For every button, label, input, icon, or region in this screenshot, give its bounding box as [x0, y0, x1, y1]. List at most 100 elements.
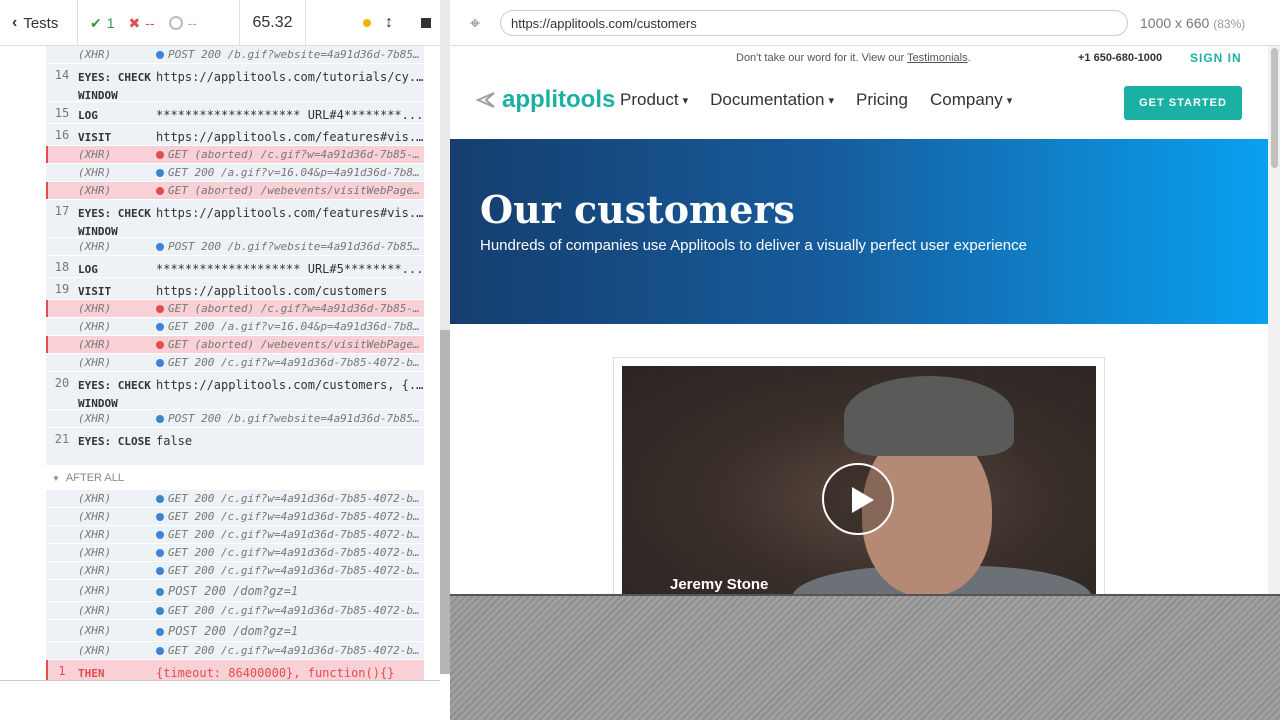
- command-message: GET 200 /c.gif?w=4a91d36d-7b85-4072-bd95…: [156, 490, 424, 507]
- command-message-text: GET 200 /c.gif?w=4a91d36d-7b85-4072-bd95…: [168, 510, 424, 523]
- command-number: [46, 300, 78, 317]
- util-text: Don't take our word for it. View our: [736, 52, 905, 64]
- viewport-size: 1000 x 660: [1140, 15, 1210, 31]
- nav-pricing[interactable]: Pricing: [856, 90, 908, 110]
- xhr-log-row[interactable]: (XHR) GET 200 /a.gif?v=16.04&p=4a91d36d-7…: [46, 318, 424, 336]
- command-message: POST 200 /dom?gz=1: [156, 580, 424, 601]
- command-name: (XHR): [78, 604, 112, 617]
- utility-bar: Don't take our word for it. View our Tes…: [450, 46, 1268, 70]
- command-number: 21: [54, 432, 70, 446]
- status-dot-red-icon: [156, 151, 164, 159]
- command-message: GET (aborted) /c.gif?w=4a91d36d-7b85-407…: [156, 146, 424, 163]
- tests-back-button[interactable]: ‹ Tests: [0, 0, 78, 46]
- xhr-log-row[interactable]: (XHR) GET 200 /c.gif?w=4a91d36d-7b85-4072…: [46, 642, 424, 660]
- command-row[interactable]: 21 EYES: CLOSE false: [46, 428, 424, 466]
- nav-menu: Product ▾ Documentation ▾ Pricing Company ▾: [620, 90, 1012, 110]
- command-number: [46, 544, 78, 561]
- command-number: 15: [54, 106, 70, 120]
- auto-scroll-toggle-icon[interactable]: ↕: [385, 14, 393, 32]
- xhr-log-row[interactable]: (XHR) GET 200 /c.gif?w=4a91d36d-7b85-4072…: [46, 602, 424, 620]
- command-number: [46, 46, 78, 63]
- duration: 65.32: [240, 0, 306, 46]
- command-number: [46, 620, 78, 641]
- command-list-container: (XHR) POST 200 /b.gif?website=4a91d36d-7b…: [0, 46, 440, 682]
- status-dot-blue-icon: [156, 607, 164, 615]
- command-message-text: GET 200 /c.gif?w=4a91d36d-7b85-4072-bd95…: [168, 564, 424, 577]
- after-all-hook[interactable]: ▼ AFTER ALL: [46, 466, 424, 490]
- status-dot-blue-icon: [156, 531, 164, 539]
- app-scrollbar-thumb[interactable]: [1271, 48, 1278, 168]
- then-command-row[interactable]: 1 THEN {timeout: 86400000}, function(){}: [46, 660, 424, 682]
- command-message-text: POST 200 /b.gif?website=4a91d36d-7b85-40…: [168, 48, 424, 61]
- command-message: GET 200 /c.gif?w=4a91d36d-7b85-4072-bd95…: [156, 562, 424, 579]
- xhr-log-row[interactable]: (XHR) GET 200 /a.gif?v=16.04&p=4a91d36d-7…: [46, 164, 424, 182]
- status-dot-blue-icon: [156, 359, 164, 367]
- nav-product[interactable]: Product ▾: [620, 90, 688, 110]
- xhr-log-row[interactable]: (XHR) GET 200 /c.gif?w=4a91d36d-7b85-4072…: [46, 526, 424, 544]
- customer-video[interactable]: Jeremy Stone: [622, 366, 1096, 594]
- testimonials-link[interactable]: Testimonials: [907, 52, 968, 64]
- xhr-log-row[interactable]: (XHR) GET (aborted) /c.gif?w=4a91d36d-7b8…: [46, 300, 424, 318]
- command-message-text: GET (aborted) /c.gif?w=4a91d36d-7b85-407…: [168, 148, 424, 161]
- selector-playground-icon[interactable]: ⌖: [450, 13, 500, 34]
- passed-stat: ✔ 1: [90, 15, 115, 32]
- command-number: [46, 562, 78, 579]
- xhr-log-row[interactable]: (XHR) GET 200 /c.gif?w=4a91d36d-7b85-4072…: [46, 508, 424, 526]
- xhr-log-row[interactable]: (XHR) GET (aborted) /webevents/visitWebPa…: [46, 336, 424, 354]
- app-preview: Don't take our word for it. View our Tes…: [450, 46, 1280, 594]
- xhr-log-row[interactable]: (XHR) GET 200 /c.gif?w=4a91d36d-7b85-4072…: [46, 562, 424, 580]
- command-row[interactable]: 17 EYES: CHECK WINDOW https://applitools.c…: [46, 200, 424, 238]
- command-number: [46, 354, 78, 371]
- xhr-log-row[interactable]: (XHR) POST 200 /b.gif?website=4a91d36d-7b…: [46, 238, 424, 256]
- xhr-log-row[interactable]: (XHR) POST 200 /b.gif?website=4a91d36d-7b…: [46, 410, 424, 428]
- command-message: {timeout: 86400000}, function(){}: [156, 666, 395, 680]
- command-message: https://applitools.com/features#vis...: [156, 124, 424, 145]
- command-row[interactable]: 14 EYES: CHECK WINDOW https://applitools.c…: [46, 64, 424, 102]
- xhr-log-row[interactable]: (XHR) GET (aborted) /webevents/visitWebPa…: [46, 182, 424, 200]
- pending-count: --: [187, 15, 197, 31]
- nav-documentation-label: Documentation: [710, 90, 825, 109]
- xhr-log-row[interactable]: (XHR) POST 200 /dom?gz=1: [46, 620, 424, 642]
- xhr-log-row[interactable]: (XHR) POST 200 /b.gif?website=4a91d36d-7b…: [46, 46, 424, 64]
- viewport-info[interactable]: 1000 x 660 (83%): [1140, 15, 1245, 31]
- command-message-text: GET 200 /c.gif?w=4a91d36d-7b85-4072-bd95…: [168, 356, 424, 369]
- nav-documentation[interactable]: Documentation ▾: [710, 90, 834, 110]
- command-number: 17: [54, 204, 70, 218]
- status-dot-blue-icon: [156, 627, 164, 636]
- logo-text: applitools: [502, 86, 616, 113]
- play-icon[interactable]: [822, 463, 894, 535]
- sign-in-link[interactable]: SIGN IN: [1190, 51, 1242, 65]
- command-row[interactable]: 16 VISIT https://applitools.com/features#v…: [46, 124, 424, 146]
- command-message: POST 200 /b.gif?website=4a91d36d-7b85-40…: [156, 46, 424, 63]
- log-scrollbar-thumb[interactable]: [440, 330, 450, 674]
- xhr-log-row[interactable]: (XHR) GET 200 /c.gif?w=4a91d36d-7b85-4072…: [46, 544, 424, 562]
- phone-number[interactable]: +1 650-680-1000: [1078, 52, 1162, 64]
- stop-icon[interactable]: [421, 18, 431, 28]
- command-message-text: GET 200 /c.gif?w=4a91d36d-7b85-4072-bd95…: [168, 546, 424, 559]
- status-dot-blue-icon: [156, 549, 164, 557]
- xhr-log-row[interactable]: (XHR) GET (aborted) /c.gif?w=4a91d36d-7b8…: [46, 146, 424, 164]
- applitools-logo[interactable]: applitools: [476, 86, 615, 114]
- command-message: false: [156, 428, 424, 465]
- command-row[interactable]: 15 LOG ******************** URL#4********.…: [46, 102, 424, 124]
- command-message: https://applitools.com/tutorials/cy...: [156, 64, 424, 101]
- status-dot-red-icon: [156, 305, 164, 313]
- command-message-text: GET 200 /c.gif?w=4a91d36d-7b85-4072-bd95…: [168, 644, 424, 657]
- url-bar[interactable]: https://applitools.com/customers: [500, 10, 1128, 36]
- xhr-log-row[interactable]: (XHR) POST 200 /dom?gz=1: [46, 580, 424, 602]
- xhr-log-row[interactable]: (XHR) GET 200 /c.gif?w=4a91d36d-7b85-4072…: [46, 490, 424, 508]
- command-message: POST 200 /dom?gz=1: [156, 620, 424, 641]
- command-row[interactable]: 18 LOG ******************** URL#5********.…: [46, 256, 424, 278]
- passed-count: 1: [106, 15, 115, 31]
- command-row[interactable]: 19 VISIT https://applitools.com/customers: [46, 278, 424, 300]
- command-message: GET (aborted) /webevents/visitWebPage?_m…: [156, 336, 424, 353]
- command-row[interactable]: 20 EYES: CHECK WINDOW https://applitools.c…: [46, 372, 424, 410]
- chevron-down-icon: ▾: [828, 94, 834, 107]
- nav-pricing-label: Pricing: [856, 90, 908, 109]
- status-dot-blue-icon: [156, 51, 164, 59]
- status-dot-red-icon: [156, 187, 164, 195]
- get-started-button[interactable]: GET STARTED: [1124, 86, 1242, 120]
- nav-company[interactable]: Company ▾: [930, 90, 1012, 110]
- zoom-level: (83%): [1213, 17, 1246, 31]
- xhr-log-row[interactable]: (XHR) GET 200 /c.gif?w=4a91d36d-7b85-4072…: [46, 354, 424, 372]
